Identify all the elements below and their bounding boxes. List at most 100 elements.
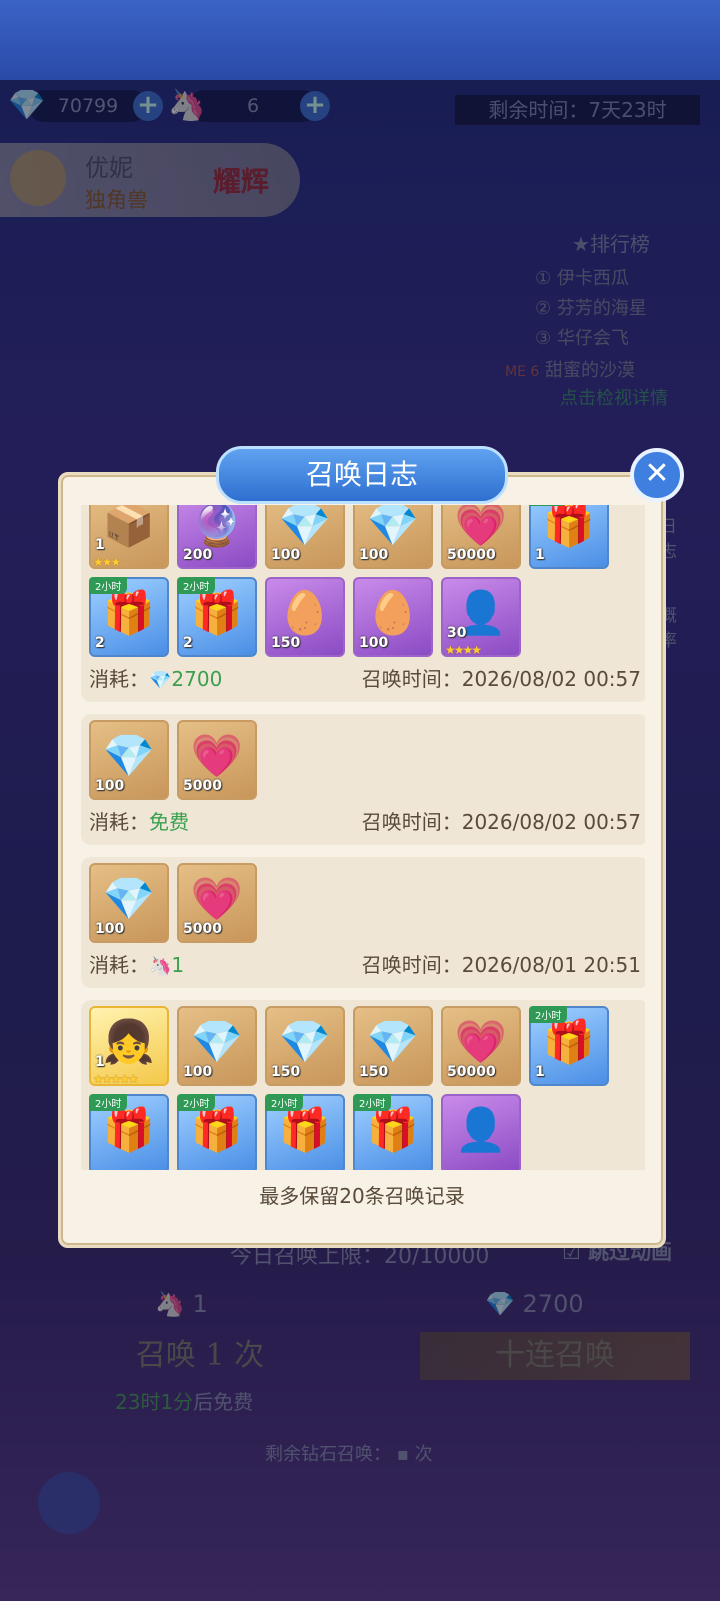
reward-item[interactable]: 💎 150 — [353, 1006, 433, 1086]
reward-art-icon: 👧 — [102, 1017, 156, 1067]
reward-art-icon: 💗 — [190, 731, 244, 781]
reward-item[interactable]: 🥚 150 — [265, 577, 345, 657]
reward-quantity: 1 — [95, 1054, 105, 1070]
reward-item[interactable]: 💎 100 — [89, 720, 169, 800]
reward-item[interactable]: 🎁 2小时 — [353, 1094, 433, 1170]
reward-art-icon: 🎁 — [190, 1105, 244, 1155]
reward-item[interactable]: 💎 150 — [265, 1006, 345, 1086]
cost-value: 免费 — [149, 810, 189, 834]
reward-quantity: 150 — [359, 1064, 389, 1080]
reward-item[interactable]: 👧 ★★★★★ 1 — [89, 1006, 169, 1086]
summon-meta: 消耗：💎2700 召唤时间：2026/08/02 00:57 — [89, 663, 641, 692]
reward-quantity: 100 — [359, 635, 389, 651]
reward-art-icon: 🎁 — [278, 1105, 332, 1155]
reward-art-icon: 🥚 — [278, 588, 332, 638]
top-banner — [0, 0, 720, 80]
duration-tag: 2小时 — [265, 1094, 304, 1111]
reward-item[interactable]: 🎁2小时 1 — [529, 1006, 609, 1086]
duration-tag: 2小时 — [89, 1094, 128, 1111]
summon-time-label: 召唤时间： — [361, 810, 462, 834]
reward-quantity: 1 — [95, 537, 105, 553]
summon-meta: 消耗：免费 召唤时间：2026/08/02 00:57 — [89, 806, 641, 835]
summon-time-value: 2026/08/01 20:51 — [461, 953, 641, 977]
reward-quantity: 150 — [271, 1064, 301, 1080]
reward-item[interactable]: 💎 100 — [265, 505, 345, 569]
reward-item[interactable]: 👤 — [441, 1094, 521, 1170]
reward-art-icon: 💎 — [102, 874, 156, 924]
summon-time-label: 召唤时间： — [361, 953, 462, 977]
reward-art-icon: 🎁 — [542, 505, 596, 550]
summon-log-entry: 📦★★★1🔮200💎100💎100💗50000🎁2小时1🎁2小时2🎁2小时2🥚1… — [81, 505, 645, 702]
reward-item[interactable]: 🎁 2小时 — [177, 1094, 257, 1170]
reward-item[interactable]: 🎁 2小时 — [89, 1094, 169, 1170]
reward-item[interactable]: 💎 100 — [89, 863, 169, 943]
reward-item[interactable]: 💗 5000 — [177, 863, 257, 943]
reward-art-icon: 🥚 — [366, 588, 420, 638]
cost-value: 1 — [171, 953, 185, 977]
reward-item[interactable]: 🎁 2小时 2 — [177, 577, 257, 657]
star-rating: ★★★★★ — [93, 1072, 139, 1086]
reward-art-icon: 👤 — [454, 1105, 508, 1155]
reward-art-icon: 💗 — [190, 874, 244, 924]
reward-art-icon: 💎 — [102, 731, 156, 781]
reward-art-icon: 🎁 — [102, 588, 156, 638]
reward-item[interactable]: 💗 5000 — [177, 720, 257, 800]
reward-item[interactable]: 💎 100 — [177, 1006, 257, 1086]
reward-quantity: 100 — [271, 547, 301, 563]
reward-quantity: 2 — [183, 635, 193, 651]
reward-quantity: 100 — [359, 547, 389, 563]
reward-item[interactable]: 🎁 2小时 2 — [89, 577, 169, 657]
reward-quantity: 2 — [95, 635, 105, 651]
reward-quantity: 5000 — [183, 778, 222, 794]
summon-time-value: 2026/08/02 00:57 — [461, 810, 641, 834]
reward-item[interactable]: 💎 100 — [353, 505, 433, 569]
summon-meta: 消耗：🦄1 召唤时间：2026/08/01 20:51 — [89, 949, 641, 978]
reward-grid: 💎 100 💗 5000 — [89, 863, 641, 943]
reward-quantity: 100 — [183, 1064, 213, 1080]
cost: 消耗：🦄1 — [89, 949, 184, 978]
reward-art-icon: 💎 — [366, 1017, 420, 1067]
cost-value: 2700 — [171, 667, 223, 691]
close-icon[interactable]: ✕ — [630, 448, 684, 502]
reward-art-icon: 🎁 — [366, 1105, 420, 1155]
star-rating: ★★★★ — [445, 643, 482, 657]
unicorn-ticket-icon: 🦄 — [149, 956, 172, 977]
reward-item[interactable]: 💗 50000 — [441, 1006, 521, 1086]
diamond-icon: 💎 — [149, 670, 172, 691]
summon-log-entry: 💎 100 💗 5000 消耗：免费 召唤时间：2026/08/02 00:57 — [81, 714, 645, 845]
reward-item[interactable]: 🔮 200 — [177, 505, 257, 569]
reward-item[interactable]: 🥚 100 — [353, 577, 433, 657]
reward-quantity: 50000 — [447, 1064, 496, 1080]
reward-art-icon: 🎁 — [542, 1017, 596, 1067]
reward-item[interactable]: 🎁2小时 1 — [529, 505, 609, 569]
reward-quantity: 30 — [447, 625, 467, 641]
popup-footer: 最多保留20条召唤记录 — [259, 1184, 465, 1208]
duration-tag: 2小时 — [529, 1006, 568, 1023]
reward-quantity: 100 — [95, 921, 125, 937]
reward-item[interactable]: 👤 ★★★★ 30 — [441, 577, 521, 657]
duration-tag: 2小时 — [529, 505, 568, 506]
reward-quantity: 50000 — [447, 547, 496, 563]
reward-art-icon: 💎 — [278, 1017, 332, 1067]
summon-time-label: 召唤时间： — [361, 667, 462, 691]
duration-tag: 2小时 — [353, 1094, 392, 1111]
reward-art-icon: 🔮 — [190, 505, 244, 550]
duration-tag: 2小时 — [177, 1094, 216, 1111]
reward-art-icon: 💗 — [454, 1017, 508, 1067]
reward-quantity: 200 — [183, 547, 213, 563]
cost-label: 消耗： — [89, 953, 149, 977]
cost: 消耗：免费 — [89, 806, 189, 835]
summon-log-list[interactable]: 📦★★★1🔮200💎100💎100💗50000🎁2小时1🎁2小时2🎁2小时2🥚1… — [81, 505, 645, 1170]
cost-label: 消耗： — [89, 810, 149, 834]
reward-item[interactable]: 🎁 2小时 — [265, 1094, 345, 1170]
summon-time-value: 2026/08/02 00:57 — [461, 667, 641, 691]
reward-item[interactable]: 📦 ★★★ 1 — [89, 505, 169, 569]
duration-tag: 2小时 — [177, 577, 216, 594]
popup-title: 召唤日志 — [216, 446, 508, 504]
reward-item[interactable]: 💗 50000 — [441, 505, 521, 569]
star-rating: ★★★ — [93, 555, 121, 569]
cost: 消耗：💎2700 — [89, 663, 222, 692]
reward-art-icon: 💗 — [454, 505, 508, 550]
reward-art-icon: 💎 — [190, 1017, 244, 1067]
summon-log-entry: 💎 100 💗 5000 消耗：🦄1 召唤时间：2026/08/01 20:51 — [81, 857, 645, 988]
